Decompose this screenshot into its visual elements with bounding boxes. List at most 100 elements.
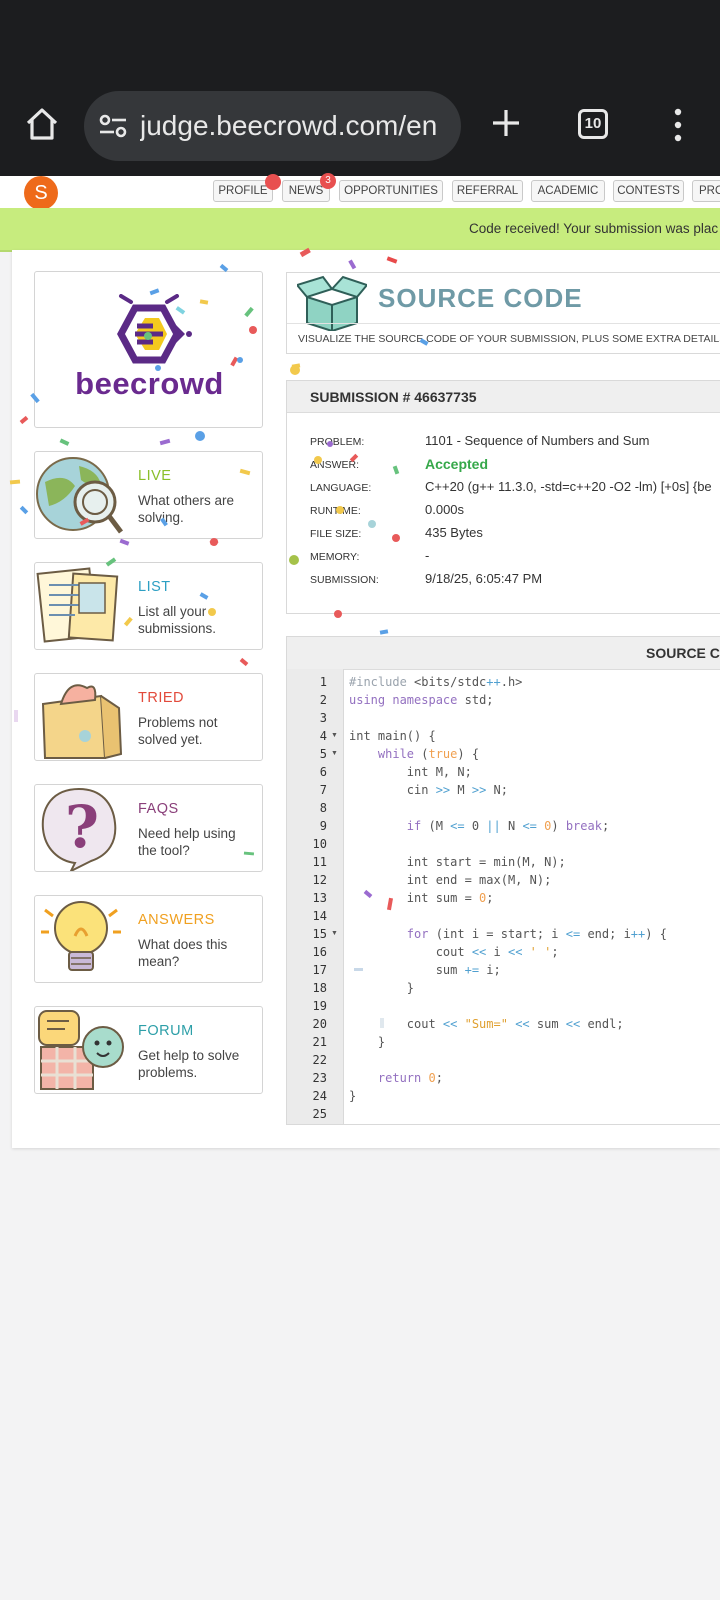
line-number: 6 <box>319 765 327 779</box>
detail-row-language: LANGUAGE: C++20 (g++ 11.3.0, -std=c++20 … <box>310 479 720 501</box>
line-number: 5 <box>319 747 327 761</box>
code-line: if (M <= 0 || N <= 0) break; <box>406 819 610 833</box>
new-tab-icon[interactable] <box>490 107 522 139</box>
detail-label: FILE SIZE: <box>310 528 362 540</box>
sidebar-item-answers[interactable]: ANSWERS What does this mean? <box>34 895 263 983</box>
nav-profile[interactable]: PROFILE <box>213 180 273 202</box>
beecrowd-logo[interactable]: beecrowd <box>34 271 263 428</box>
detail-row-filesize: FILE SIZE: 435 Bytes <box>310 525 720 547</box>
site-nav: S PROFILE NEWS OPPORTUNITIES REFERRAL AC… <box>0 173 720 210</box>
line-number: 2 <box>319 693 327 707</box>
line-number: 7 <box>319 783 327 797</box>
site-settings-icon[interactable] <box>98 112 128 140</box>
detail-label: ANSWER: <box>310 459 360 471</box>
sidebar-item-faqs[interactable]: ? FAQS Need help using the tool? <box>34 784 263 872</box>
forum-chat-icon <box>38 1010 124 1090</box>
nav-referral[interactable]: REFERRAL <box>452 180 523 202</box>
more-menu-icon[interactable] <box>670 108 686 142</box>
sidebar-item-tried[interactable]: TRIED Problems not solved yet. <box>34 673 263 761</box>
problem-link[interactable]: 1101 - Sequence of Numbers and Sum <box>425 433 650 448</box>
line-number: 15 <box>312 927 327 941</box>
source-code-panel: SOURCE CO 1 #include <bits/stdc++.h> 2 usin… <box>286 636 720 1125</box>
nav-contests[interactable]: CONTESTS <box>613 180 684 202</box>
code-line: int M, N; <box>349 765 472 779</box>
line-number: 24 <box>312 1089 327 1103</box>
line-number: 11 <box>312 855 327 869</box>
code-line: while (true) { <box>377 747 480 761</box>
code-line: } <box>349 981 415 995</box>
submission-details: SUBMISSION # 46637735 PROBLEM: 1101 - Se… <box>286 380 720 614</box>
fold-toggle-icon[interactable]: ▼ <box>331 930 338 937</box>
sidebar-desc-faqs: Need help using the tool? <box>138 826 236 858</box>
detail-row-runtime: RUNTIME: 0.000s <box>310 502 720 524</box>
line-number: 22 <box>312 1053 327 1067</box>
page-title: SOURCE CODE <box>378 283 583 313</box>
detail-label: PROBLEM: <box>310 436 365 448</box>
line-number: 16 <box>312 945 327 959</box>
tab-switcher-button[interactable]: 10 <box>578 109 608 139</box>
sidebar-title-live: LIVE <box>138 468 172 484</box>
sidebar-desc-forum: Get help to solve problems. <box>138 1048 240 1080</box>
nav-academic[interactable]: ACADEMIC <box>531 180 605 202</box>
address-bar[interactable]: judge.beecrowd.com/en <box>84 91 461 161</box>
globe-icon <box>36 457 123 534</box>
line-number: 14 <box>312 909 327 923</box>
bee-logo-icon <box>117 294 192 364</box>
submission-time: 9/18/25, 6:05:47 PM <box>425 571 543 586</box>
sidebar-title-tried: TRIED <box>138 690 184 706</box>
home-icon[interactable] <box>24 106 60 142</box>
source-code-header: SOURCE CODE VISUALIZE THE SOURCE CODE OF… <box>286 272 720 354</box>
profile-notification-dot <box>265 174 281 190</box>
browser-toolbar: judge.beecrowd.com/en 10 <box>0 0 720 176</box>
avatar[interactable]: S <box>24 176 58 210</box>
sidebar-title-list: LIST <box>138 579 171 595</box>
logo-wordmark: beecrowd <box>75 366 224 401</box>
code-line: using namespace std; <box>349 693 494 707</box>
sidebar-title-forum: FORUM <box>138 1023 194 1039</box>
lightbulb-icon <box>41 901 121 971</box>
runtime-value: 0.000s <box>425 502 465 517</box>
memory-value: - <box>425 548 430 563</box>
detail-label: RUNTIME: <box>310 505 361 517</box>
language-value: C++20 (g++ 11.3.0, -std=c++20 -O2 -lm) [… <box>425 479 712 494</box>
page-subtitle: VISUALIZE THE SOURCE CODE OF YOUR SUBMIS… <box>287 323 720 354</box>
line-number: 17 <box>312 963 327 977</box>
line-number: 23 <box>312 1071 327 1085</box>
answer-status: Accepted <box>425 456 489 472</box>
line-number: 18 <box>312 981 327 995</box>
filesize-value: 435 Bytes <box>425 525 483 540</box>
code-line: int sum = 0; <box>349 891 494 905</box>
nav-pro[interactable]: PRO <box>692 180 720 202</box>
sidebar-desc-list: List all your submissions. <box>138 604 217 636</box>
detail-label: SUBMISSION: <box>310 574 379 586</box>
line-number: 21 <box>312 1035 327 1049</box>
line-number: 8 <box>319 801 327 815</box>
sidebar-title-answers: ANSWERS <box>138 912 215 928</box>
sidebar-desc-tried: Problems not solved yet. <box>138 715 218 747</box>
line-number: 10 <box>312 837 327 851</box>
detail-row-submission: SUBMISSION: 9/18/25, 6:05:47 PM <box>310 571 720 593</box>
code-line: int start = min(M, N); <box>349 855 566 869</box>
code-line: cout << "Sum=" << sum << endl; <box>349 1017 624 1031</box>
detail-label: LANGUAGE: <box>310 482 372 494</box>
sidebar-item-forum[interactable]: FORUM Get help to solve problems. <box>34 1006 263 1094</box>
nav-opportunities[interactable]: OPPORTUNITIES <box>339 180 443 202</box>
notice-text: Code received! Your submission was plac <box>469 221 719 236</box>
line-number: 12 <box>312 873 327 887</box>
sidebar-item-list[interactable]: LIST List all your submissions. <box>34 562 263 650</box>
submission-notice: Code received! Your submission was plac <box>0 208 720 252</box>
fold-toggle-icon[interactable]: ▼ <box>331 750 338 757</box>
url-text[interactable]: judge.beecrowd.com/en <box>140 107 455 145</box>
detail-row-answer: ANSWER: Accepted <box>310 456 720 478</box>
svg-text:?: ? <box>65 793 99 861</box>
line-number: 25 <box>312 1107 327 1121</box>
sidebar-item-live[interactable]: LIVE What others are solving. <box>34 451 263 539</box>
fold-toggle-icon[interactable]: ▼ <box>331 732 338 739</box>
code-line: } <box>349 1089 357 1103</box>
code-line: cout << i << ' '; <box>349 945 559 959</box>
line-number: 13 <box>312 891 327 905</box>
sidebar-desc-live: What others are solving. <box>138 493 235 525</box>
sidebar-title-faqs: FAQS <box>138 801 179 817</box>
code-line: int main() { <box>349 729 436 743</box>
code-panel-header: SOURCE CO <box>287 637 720 670</box>
